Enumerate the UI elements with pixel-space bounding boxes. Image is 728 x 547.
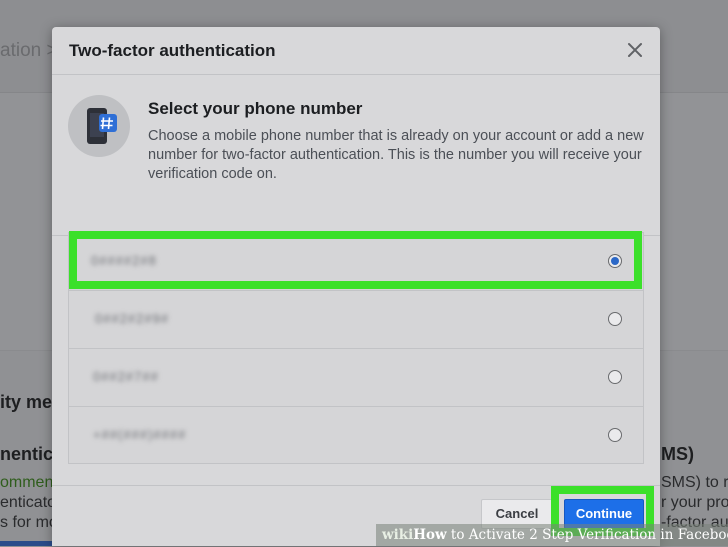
phone-option-row[interactable]: 0####2#8 [69,233,643,291]
background-right-text: r your pro [661,494,728,511]
watermark-wiki: wiki [382,527,414,543]
phone-radio[interactable] [608,312,622,326]
phone-radio[interactable] [608,370,622,384]
select-phone-description: Choose a mobile phone number that is alr… [148,128,644,182]
background-breadcrumb: ation > [0,40,58,61]
phone-illustration [68,95,130,157]
background-right-heading: MS) [661,444,694,464]
background-section-heading: ity me [0,392,53,412]
background-text-line: enticato [0,494,57,511]
modal-header: Two-factor authentication [52,27,660,75]
phone-radio-selected[interactable] [608,254,622,268]
phone-option-row[interactable]: 0##2#2#9# [69,291,643,349]
watermark-text: wikiHow to Activate 2 Step Verification … [382,527,728,543]
footer-divider [52,485,660,486]
phone-number-label: 0##2#7## [93,369,159,384]
intro-section: Select your phone number Choose a mobile… [52,75,660,236]
background-right-text: SMS) to re [661,474,728,491]
watermark-caption: to Activate 2 Step Verification in Faceb… [446,527,728,543]
wikihow-watermark: wikiHow to Activate 2 Step Verification … [376,524,728,546]
phone-hash-icon [87,108,117,144]
close-button[interactable] [624,39,646,61]
phone-option-row[interactable]: +##(###)#### [69,407,643,464]
background-text-line: s for mo [0,514,58,531]
two-factor-modal: Two-factor authentication Select your ph… [52,27,660,546]
phone-number-label: 0##2#2#9# [95,311,170,326]
phone-number-list: 0####2#8 0##2#2#9# 0##2#7## +##(###)#### [68,232,644,464]
phone-number-label: +##(###)#### [93,427,187,442]
phone-number-label: 0####2#8 [91,253,157,268]
phone-option-row[interactable]: 0##2#7## [69,349,643,407]
select-phone-title: Select your phone number [148,99,363,118]
phone-radio[interactable] [608,428,622,442]
watermark-how: How [413,527,447,543]
modal-title: Two-factor authentication [69,41,276,60]
close-icon [628,43,642,57]
